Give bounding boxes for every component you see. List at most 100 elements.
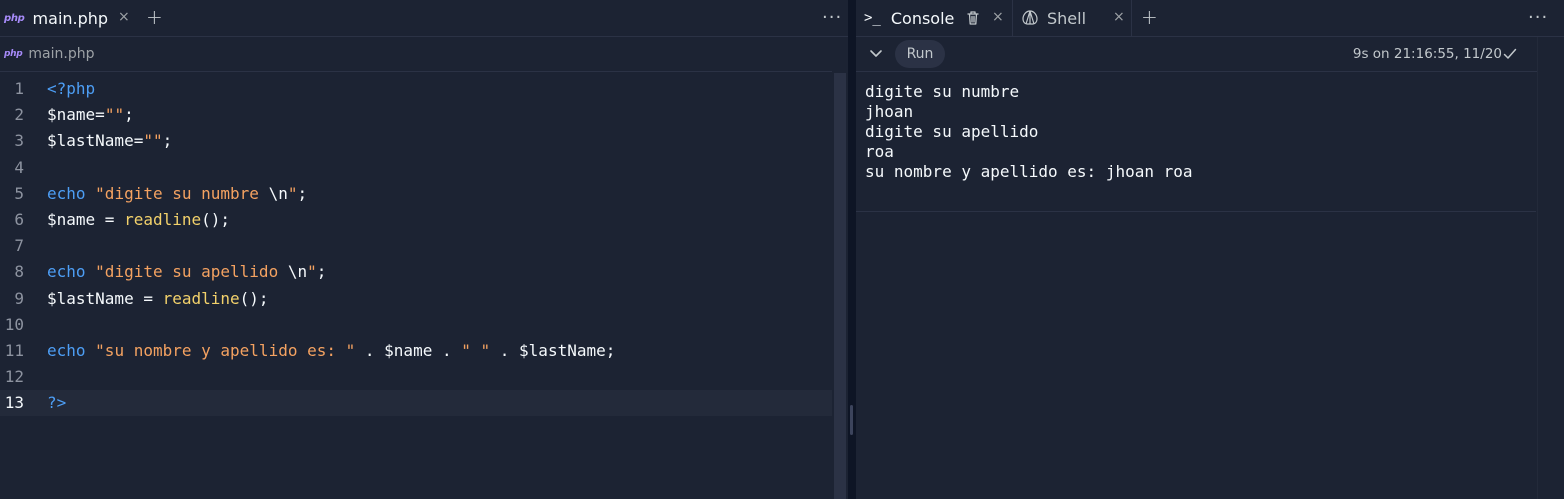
tab-console-label: Console [890,8,955,28]
editor-pane: php main.php × + ··· php main.php 1 <?php… [0,0,848,499]
pane-splitter[interactable] [848,0,856,499]
breadcrumb-file[interactable]: main.php [28,46,94,62]
code-token: "" [143,131,163,151]
console-output-line: su nombre y apellido es: jhoan roa [865,162,1193,181]
code-token: ?> [47,393,67,413]
console-output-line: jhoan [865,102,914,121]
code-token: $name [47,105,96,125]
line-code: $lastName = readline(); [47,286,269,312]
console-tabbar: >_ Console × Shell × + ··· [856,0,1564,37]
shell-icon [1022,10,1038,25]
line-number: 2 [14,105,24,125]
code-token: . $lastName; [490,340,616,360]
console-scrollbar[interactable] [1537,37,1564,499]
console-divider [856,211,1536,212]
tab-shell-label: Shell [1047,8,1087,28]
code-token: "su nombre y apellido es: " [95,340,356,360]
code-token: echo [47,340,86,360]
code-line[interactable]: 1 <?php [0,76,832,102]
breadcrumb: php main.php [0,37,832,72]
code-line[interactable]: 10 [0,312,832,338]
code-token: echo [47,183,86,203]
code-line[interactable]: 12 [0,364,832,390]
tab-main-php[interactable]: php main.php [4,0,136,36]
console-output-line: digite su apellido [865,122,1039,141]
line-code: $lastName=""; [47,128,172,154]
code-token: ; [124,105,134,125]
chevron-down-icon[interactable] [866,43,886,63]
code-token: (); [239,288,269,308]
code-line[interactable]: 11 echo "su nombre y apellido es: " . $na… [0,338,832,364]
line-code: $name=""; [47,102,134,128]
console-output[interactable]: digite su numbre jhoan digite su apellido r… [865,82,1193,182]
line-number: 1 [14,79,24,98]
line-number: 9 [14,288,24,308]
close-tab-icon[interactable]: × [118,9,130,25]
line-code: <?php [47,76,95,102]
editor-tabbar: php main.php × + ··· [0,0,848,37]
run-status: 9s on 21:16:55, 11/20 [1352,46,1502,62]
code-token: $lastName = [47,288,163,308]
php-file-icon: php [4,12,25,24]
code-editor[interactable]: 1 <?php 2 $name=""; 3 $lastName=""; 4 5 echo "di… [0,76,832,499]
code-line[interactable]: 13 ?> [0,390,832,417]
code-token: "digite su numbre [95,183,269,203]
code-line[interactable]: 8 echo "digite su apellido \n"; [0,259,832,285]
code-token: = [95,105,105,125]
code-token: $lastName [47,131,134,151]
code-line[interactable]: 5 echo "digite su numbre \n"; [0,181,832,207]
line-number: 3 [14,131,24,151]
code-line[interactable]: 3 $lastName=""; [0,128,832,154]
add-tab-icon[interactable]: + [1141,5,1158,29]
line-number: 13 [4,393,24,413]
code-token: readline [162,288,240,308]
console-toolbar: Run 9s on 21:16:55, 11/20 [856,37,1564,72]
close-console-icon[interactable]: × [992,9,1004,25]
editor-scrollbar[interactable] [834,73,846,499]
code-token: (); [201,209,231,229]
terminal-prompt-icon: >_ [864,10,881,26]
trash-icon[interactable] [966,10,980,26]
line-number: 11 [4,340,24,360]
more-options-icon[interactable]: ··· [822,7,842,28]
line-code: ?> [47,390,66,416]
console-output-line: digite su numbre [865,82,1020,101]
line-number: 4 [14,157,24,177]
line-code: echo "digite su apellido \n"; [47,259,326,285]
code-token: ; [316,262,327,282]
code-token: <?php [47,79,96,98]
code-token: echo [47,262,86,282]
code-line[interactable]: 9 $lastName = readline(); [0,286,832,312]
splitter-grip-icon[interactable] [850,405,853,435]
code-token: . $name . [355,340,462,360]
code-token: \n [287,262,308,282]
code-token: ; [297,183,308,203]
code-line[interactable]: 4 [0,155,832,181]
code-line[interactable]: 2 $name=""; [0,102,832,128]
code-token: " [307,262,317,282]
check-icon [1503,48,1517,59]
code-line[interactable]: 7 [0,233,832,259]
code-token: = [133,131,144,151]
code-token: $name = [47,209,125,229]
line-number: 7 [14,236,24,256]
add-tab-icon[interactable]: + [146,5,163,29]
code-token: "digite su apellido [95,262,288,282]
line-code: echo "su nombre y apellido es: " . $name… [47,338,615,364]
line-code: $name = readline(); [47,207,230,233]
tab-label: main.php [32,8,109,28]
line-number: 10 [4,314,24,334]
code-line[interactable]: 6 $name = readline(); [0,207,832,233]
line-number: 6 [14,209,24,229]
code-token: "" [104,105,125,125]
code-token: ; [162,131,173,151]
close-shell-icon[interactable]: × [1113,9,1125,25]
line-number: 12 [4,367,24,387]
more-options-icon[interactable]: ··· [1528,7,1548,28]
line-number: 8 [14,262,24,282]
console-output-line: roa [865,142,894,161]
console-pane: >_ Console × Shell × + ··· Run 9s on 21:… [856,0,1564,499]
run-button[interactable]: Run [895,40,945,68]
